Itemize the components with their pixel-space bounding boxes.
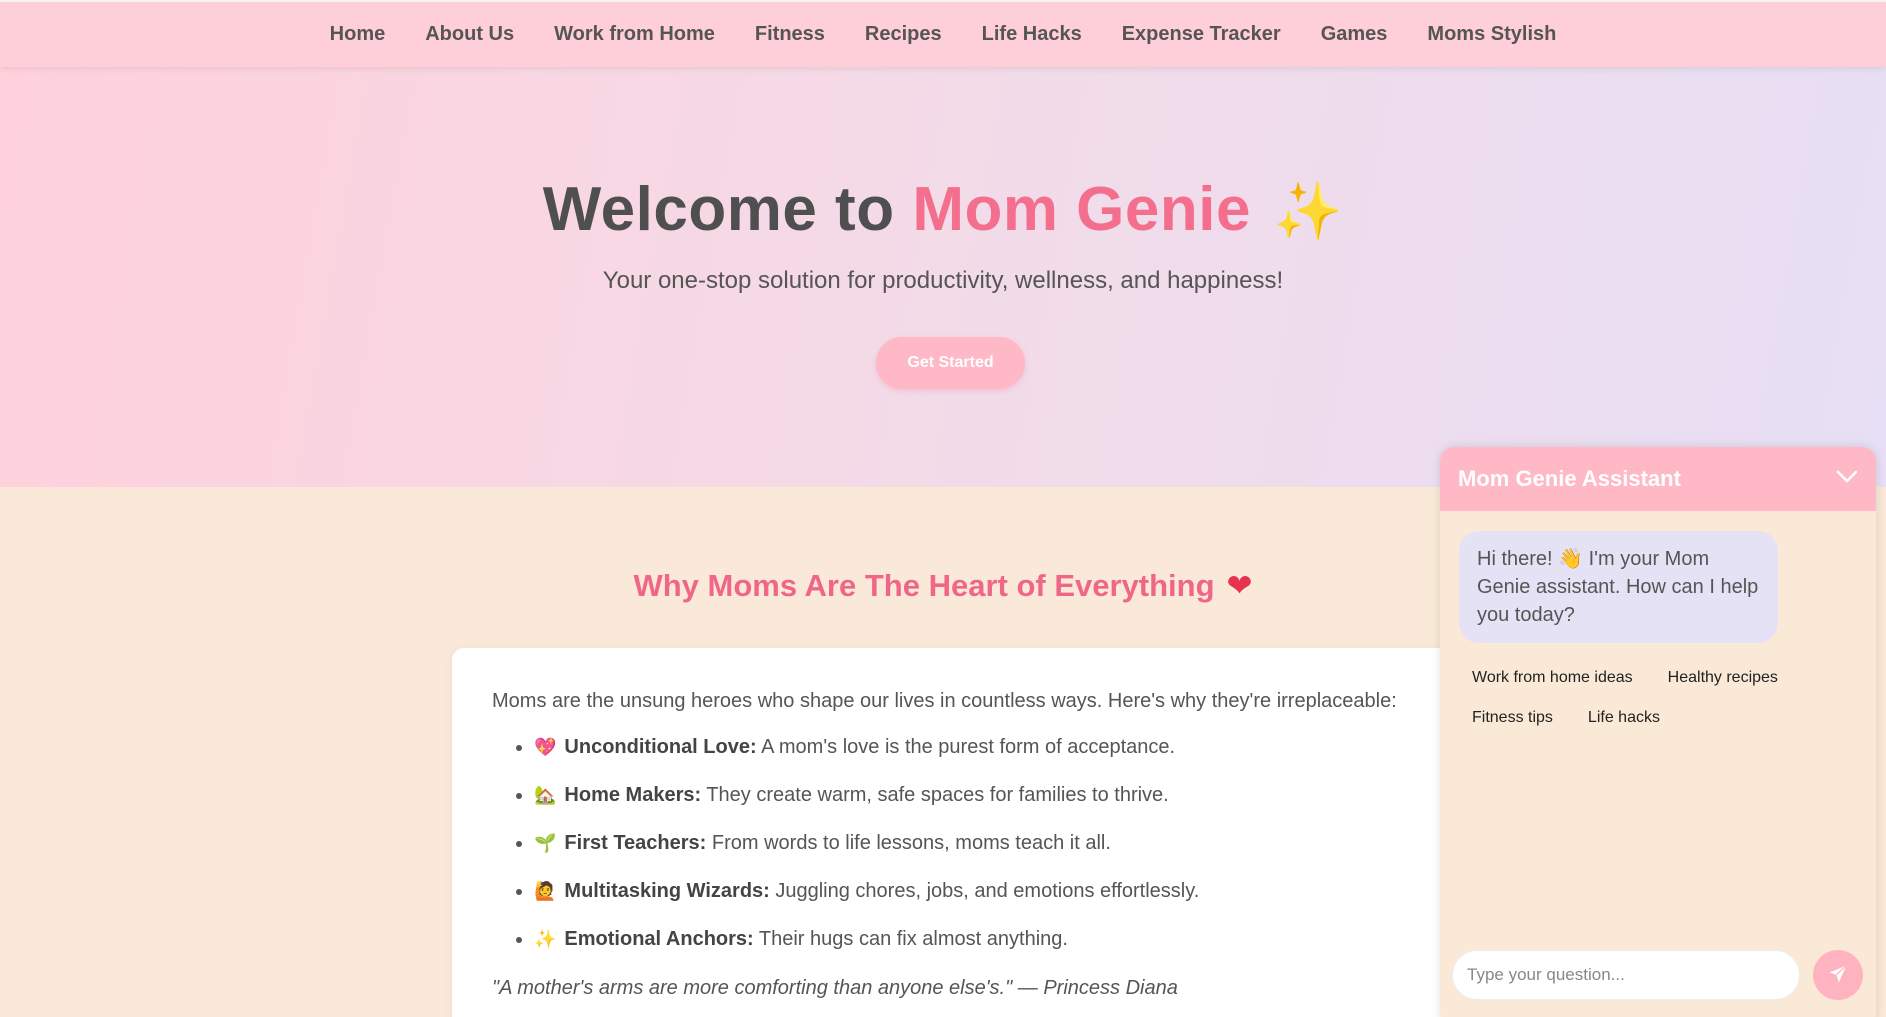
person-icon: 🙋	[534, 881, 557, 901]
seedling-icon: 🌱	[534, 833, 557, 853]
main-nav: Home About Us Work from Home Fitness Rec…	[0, 0, 1886, 67]
item-text: Their hugs can fix almost anything.	[753, 928, 1068, 950]
card-intro: Moms are the unsung heroes who shape our…	[492, 690, 1397, 712]
moms-info-card: Moms are the unsung heroes who shape our…	[452, 648, 1455, 1017]
suggestion-life-hacks[interactable]: Life hacks	[1588, 709, 1660, 727]
nav-about-us[interactable]: About Us	[425, 23, 514, 46]
house-icon: 🏡	[534, 785, 557, 805]
suggestion-work-from-home[interactable]: Work from home ideas	[1472, 669, 1633, 687]
suggestion-healthy-recipes[interactable]: Healthy recipes	[1668, 669, 1778, 687]
chevron-down-icon[interactable]	[1836, 470, 1858, 489]
section-title-text: Why Moms Are The Heart of Everything	[633, 568, 1215, 603]
hero-title-brand: Mom Genie	[912, 175, 1251, 244]
sparkles-icon: ✨	[534, 929, 557, 949]
nav-games[interactable]: Games	[1321, 23, 1388, 46]
list-item: 🌱 First Teachers: From words to life less…	[534, 831, 1415, 879]
chat-title: Mom Genie Assistant	[1458, 466, 1681, 491]
sparkles-icon: ✨	[1272, 179, 1344, 242]
chat-input[interactable]	[1452, 950, 1800, 1000]
hero-title-prefix: Welcome to	[542, 175, 913, 244]
item-label: Emotional Anchors:	[564, 928, 754, 950]
item-label: Multitasking Wizards:	[564, 880, 770, 902]
chat-header[interactable]: Mom Genie Assistant	[1440, 447, 1876, 511]
nav-moms-stylish[interactable]: Moms Stylish	[1427, 23, 1556, 46]
list-item: 🏡 Home Makers: They create warm, safe spa…	[534, 783, 1415, 831]
paper-plane-icon	[1828, 964, 1848, 987]
hero-title: Welcome to Mom Genie ✨	[0, 174, 1886, 245]
item-label: Unconditional Love:	[564, 736, 757, 758]
send-button[interactable]	[1813, 950, 1863, 1000]
heart-icon: ❤	[1226, 568, 1253, 603]
list-item: 💖 Unconditional Love: A mom's love is the…	[534, 735, 1415, 783]
nav-fitness[interactable]: Fitness	[755, 23, 825, 46]
hero-section: Welcome to Mom Genie ✨ Your one-stop solu…	[0, 67, 1886, 487]
assistant-message: Hi there! 👋 I'm your Mom Genie assistant…	[1459, 531, 1778, 643]
nav-recipes[interactable]: Recipes	[865, 23, 942, 46]
item-text: Juggling chores, jobs, and emotions effo…	[769, 880, 1200, 902]
nav-home[interactable]: Home	[330, 23, 386, 46]
suggestion-fitness-tips[interactable]: Fitness tips	[1472, 709, 1553, 727]
quote: "A mother's arms are more comforting tha…	[492, 977, 1178, 999]
nav-expense-tracker[interactable]: Expense Tracker	[1122, 23, 1281, 46]
get-started-button[interactable]: Get Started	[876, 337, 1025, 389]
item-text: From words to life lessons, moms teach i…	[706, 832, 1111, 854]
sparkling-heart-icon: 💖	[534, 737, 557, 757]
item-text: They create warm, safe spaces for famili…	[701, 784, 1169, 806]
reasons-list: 💖 Unconditional Love: A mom's love is the…	[492, 735, 1415, 975]
item-label: Home Makers:	[564, 784, 702, 806]
nav-work-from-home[interactable]: Work from Home	[554, 23, 715, 46]
item-text: A mom's love is the purest form of accep…	[756, 736, 1176, 758]
list-item: ✨ Emotional Anchors: Their hugs can fix a…	[534, 927, 1415, 975]
nav-life-hacks[interactable]: Life Hacks	[982, 23, 1082, 46]
hero-subtitle: Your one-stop solution for productivity,…	[602, 267, 1284, 294]
chat-widget: Mom Genie Assistant Hi there! 👋 I'm your…	[1440, 447, 1876, 1017]
item-label: First Teachers:	[564, 832, 707, 854]
list-item: 🙋 Multitasking Wizards: Juggling chores, …	[534, 879, 1415, 927]
suggestion-chips: Work from home ideas Healthy recipes Fit…	[1472, 669, 1852, 727]
